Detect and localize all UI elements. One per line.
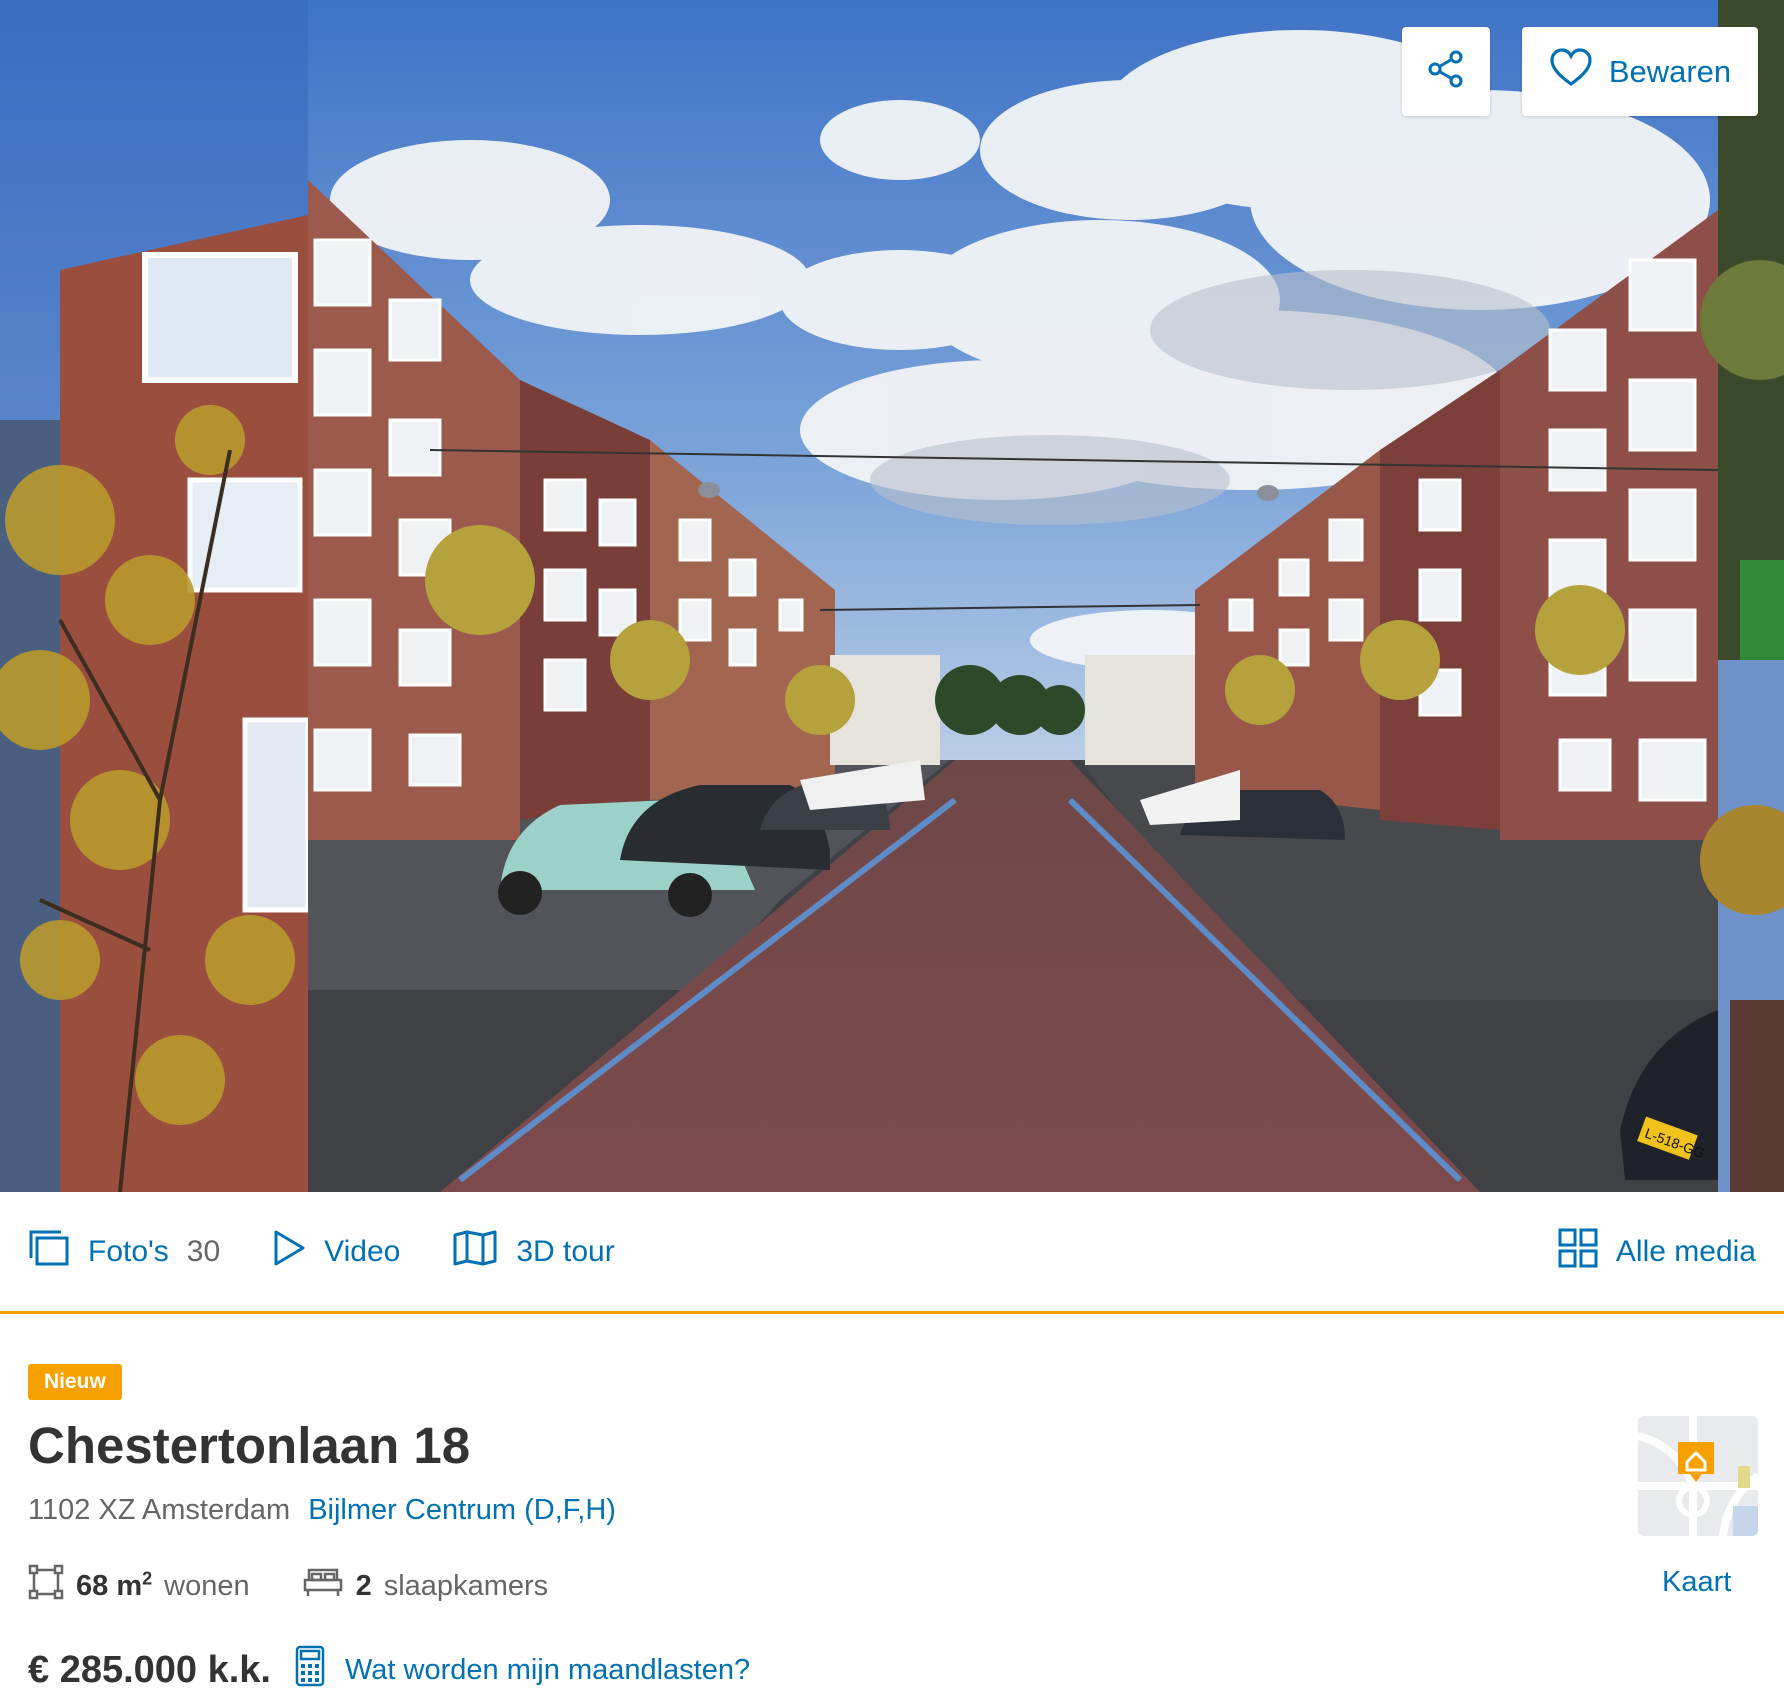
grid-icon [1558, 1228, 1598, 1276]
hero-photo-gallery[interactable]: L-518-GG Bewaren [0, 0, 1784, 1192]
price-row: € 285.000 k.k. Wat worden mijn maandlast… [28, 1645, 750, 1695]
heart-icon [1549, 47, 1593, 96]
map-link[interactable]: Kaart [1662, 1566, 1731, 1599]
bedrooms-feature: 2 slaapkamers [302, 1566, 549, 1606]
monthly-costs-link[interactable]: Wat worden mijn maandlasten? [295, 1645, 750, 1695]
save-button[interactable]: Bewaren [1522, 27, 1758, 116]
play-icon [272, 1229, 306, 1275]
area-icon [28, 1564, 64, 1608]
save-label: Bewaren [1608, 53, 1732, 89]
area-value: 68 m [76, 1569, 143, 1602]
photos-label: Foto's [88, 1234, 169, 1268]
3d-tour-icon [452, 1230, 498, 1274]
bedrooms-value: 2 [355, 1569, 372, 1602]
area-unit-sup: 2 [142, 1567, 153, 1588]
video-button[interactable]: Video [272, 1229, 400, 1275]
price: € 285.000 k.k. [28, 1648, 271, 1691]
living-area-feature: 68 m2 wonen [28, 1564, 250, 1608]
photos-count: 30 [186, 1234, 221, 1268]
area-label: wonen [164, 1569, 250, 1602]
3d-tour-label: 3D tour [516, 1234, 615, 1268]
street-photo[interactable]: L-518-GG [0, 0, 1784, 1192]
3d-tour-button[interactable]: 3D tour [452, 1230, 615, 1274]
share-icon [1426, 49, 1466, 94]
all-media-label: Alle media [1615, 1234, 1756, 1268]
neighbourhood-link[interactable]: Bijlmer Centrum (D,F,H) [308, 1494, 616, 1527]
listing-features: 68 m2 wonen 2 slaapkamers [28, 1564, 600, 1608]
video-label: Video [324, 1234, 401, 1268]
monthly-costs-label: Wat worden mijn maandlasten? [345, 1653, 751, 1686]
share-button[interactable] [1402, 27, 1490, 116]
all-media-button[interactable]: Alle media [1558, 1228, 1756, 1276]
listing-address: 1102 XZ Amsterdam Bijlmer Centrum (D,F,H… [28, 1494, 616, 1527]
postal-city: 1102 XZ Amsterdam [28, 1494, 291, 1526]
media-bar: Foto's 30 Video 3D tour Alle media [0, 1192, 1784, 1314]
map-thumbnail[interactable] [1638, 1416, 1758, 1536]
new-badge: Nieuw [28, 1364, 122, 1400]
photos-button[interactable]: Foto's 30 [28, 1229, 220, 1275]
photos-icon [28, 1229, 70, 1275]
listing-title: Chestertonlaan 18 [28, 1417, 471, 1474]
bed-icon [302, 1566, 344, 1606]
calculator-icon [295, 1645, 325, 1695]
bedrooms-label: slaapkamers [383, 1569, 549, 1602]
